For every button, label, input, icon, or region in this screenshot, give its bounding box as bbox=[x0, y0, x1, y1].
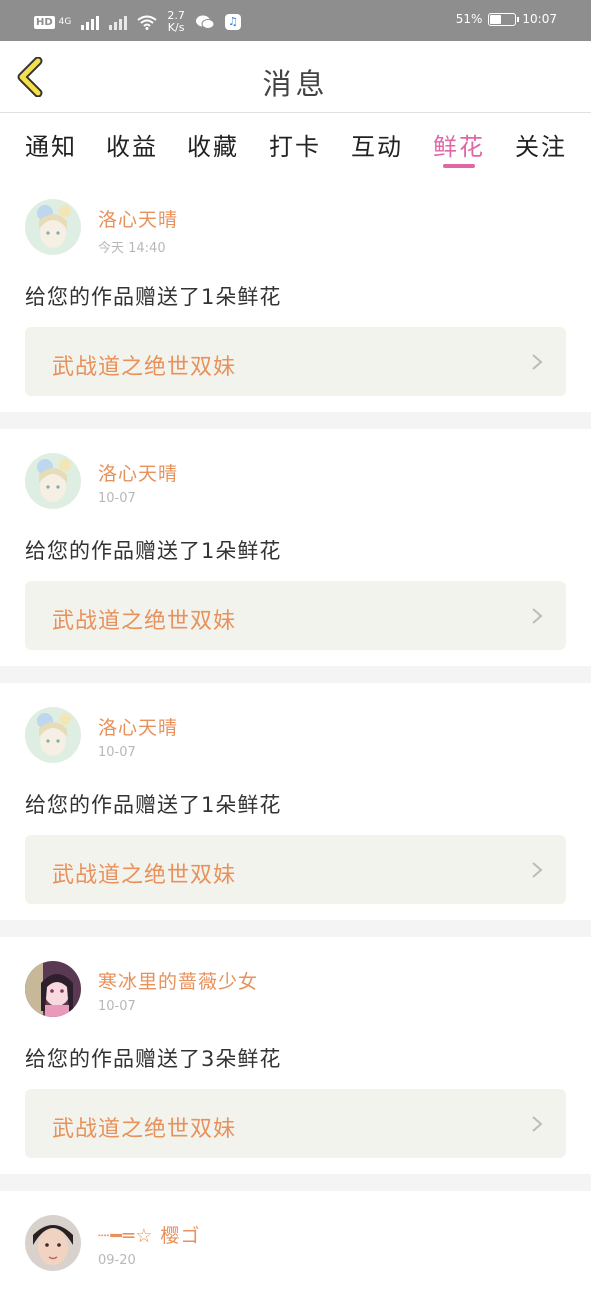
work-link[interactable]: 武战道之绝世双妹 bbox=[25, 581, 566, 650]
avatar[interactable] bbox=[25, 707, 81, 763]
tab-interaction[interactable]: 互动 bbox=[351, 127, 403, 162]
username[interactable]: 洛心天晴 bbox=[98, 713, 178, 740]
timestamp: 今天 14:40 bbox=[98, 241, 166, 256]
tab-favorites[interactable]: 收藏 bbox=[187, 127, 239, 162]
signal-icon-2 bbox=[109, 14, 128, 30]
list-item: 洛心天晴 10-07 给您的作品赠送了1朵鲜花 武战道之绝世双妹 bbox=[0, 429, 591, 666]
message-text: 给您的作品赠送了1朵鲜花 bbox=[25, 285, 282, 309]
timestamp: 09-20 bbox=[98, 1253, 136, 1268]
page-title: 消息 bbox=[262, 67, 329, 101]
work-title: 武战道之绝世双妹 bbox=[52, 863, 237, 888]
work-title: 武战道之绝世双妹 bbox=[52, 609, 237, 634]
work-link[interactable]: 武战道之绝世双妹 bbox=[25, 327, 566, 396]
tab-earnings[interactable]: 收益 bbox=[106, 127, 158, 162]
list-item: 寒冰里的蔷薇少女 10-07 给您的作品赠送了3朵鲜花 武战道之绝世双妹 bbox=[0, 937, 591, 1174]
wechat-icon bbox=[195, 15, 215, 29]
list-item: ┈━═☆ 樱ゴ 09-20 bbox=[0, 1191, 591, 1311]
avatar[interactable] bbox=[25, 199, 81, 255]
username[interactable]: 洛心天晴 bbox=[98, 459, 178, 486]
list-item: 洛心天晴 今天 14:40 给您的作品赠送了1朵鲜花 武战道之绝世双妹 bbox=[0, 175, 591, 412]
avatar[interactable] bbox=[25, 961, 81, 1017]
chevron-right-icon bbox=[532, 608, 543, 624]
chevron-right-icon bbox=[532, 862, 543, 878]
timestamp: 10-07 bbox=[98, 999, 136, 1014]
network-type: 4G bbox=[58, 17, 72, 27]
message-text: 给您的作品赠送了1朵鲜花 bbox=[25, 793, 282, 817]
network-speed: 2.7 K/s bbox=[167, 9, 185, 34]
wifi-icon bbox=[137, 15, 157, 30]
tab-bar: 通知 收益 收藏 打卡 互动 鲜花 关注 bbox=[0, 113, 591, 175]
app-header: 消息 bbox=[0, 41, 591, 113]
work-title: 武战道之绝世双妹 bbox=[52, 1117, 237, 1142]
signal-icon bbox=[81, 14, 100, 30]
music-app-icon: ♫ bbox=[224, 14, 241, 30]
work-link[interactable]: 武战道之绝世双妹 bbox=[25, 835, 566, 904]
active-tab-indicator bbox=[443, 164, 475, 168]
username[interactable]: ┈━═☆ 樱ゴ bbox=[98, 1221, 200, 1248]
tab-flowers[interactable]: 鲜花 bbox=[433, 127, 485, 162]
status-bar: HD 4G 2.7 K/s ♫ 51% 10:07 bbox=[0, 0, 591, 41]
battery-icon bbox=[488, 12, 520, 26]
battery-percent: 51% bbox=[455, 12, 483, 26]
list-item: 洛心天晴 10-07 给您的作品赠送了1朵鲜花 武战道之绝世双妹 bbox=[0, 683, 591, 920]
work-title: 武战道之绝世双妹 bbox=[52, 355, 237, 380]
chevron-right-icon bbox=[532, 354, 543, 370]
message-text: 给您的作品赠送了1朵鲜花 bbox=[25, 539, 282, 563]
timestamp: 10-07 bbox=[98, 745, 136, 760]
tab-following[interactable]: 关注 bbox=[515, 127, 567, 162]
clock: 10:07 bbox=[522, 12, 557, 26]
timestamp: 10-07 bbox=[98, 491, 136, 506]
tab-checkin[interactable]: 打卡 bbox=[269, 127, 321, 162]
chevron-right-icon bbox=[532, 1116, 543, 1132]
tab-notifications[interactable]: 通知 bbox=[25, 127, 77, 162]
avatar[interactable] bbox=[25, 453, 81, 509]
avatar[interactable] bbox=[25, 1215, 81, 1271]
username[interactable]: 洛心天晴 bbox=[98, 205, 178, 232]
username[interactable]: 寒冰里的蔷薇少女 bbox=[98, 967, 258, 994]
message-text: 给您的作品赠送了3朵鲜花 bbox=[25, 1047, 282, 1071]
hd-icon: HD bbox=[34, 15, 55, 29]
work-link[interactable]: 武战道之绝世双妹 bbox=[25, 1089, 566, 1158]
